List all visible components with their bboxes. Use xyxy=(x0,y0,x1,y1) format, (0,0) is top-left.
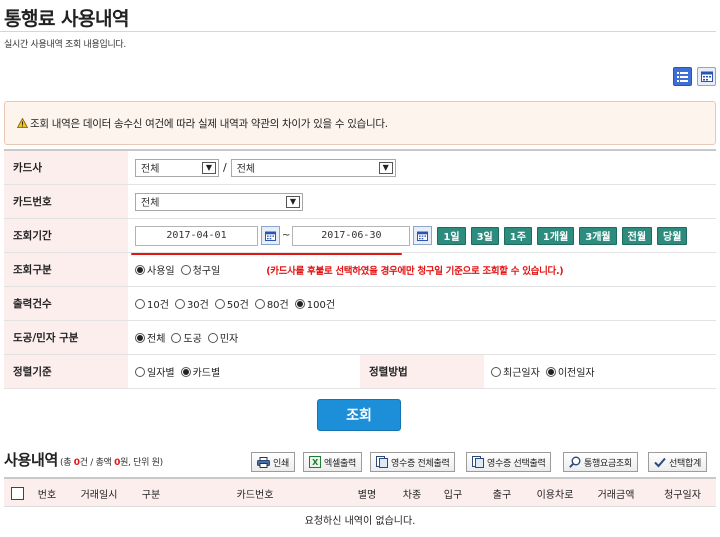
card-product-select[interactable]: 전체 ▼ xyxy=(230,158,396,177)
receipt-icon xyxy=(472,456,484,468)
output-count-80-radio[interactable]: 80건 xyxy=(254,296,289,311)
sort-basis-card-radio[interactable]: 카드별 xyxy=(180,364,220,379)
row-card-company: 카드사 전체 ▼ / 전체 ▼ xyxy=(4,151,716,185)
receipt-icon xyxy=(376,456,388,468)
period-3day-button[interactable]: 3일 xyxy=(470,226,499,245)
period-this-month-button[interactable]: 당월 xyxy=(657,226,688,245)
search-type-use-date-radio[interactable]: 사용일 xyxy=(135,262,175,277)
calendar-icon xyxy=(417,231,429,241)
output-count-30-radio[interactable]: 30건 xyxy=(174,296,209,311)
search-type-note: (카드사를 후불로 선택하였을 경우에만 청구일 기준으로 조회할 수 있습니다… xyxy=(266,265,564,277)
calendar-icon xyxy=(700,71,713,82)
road-type-private-radio[interactable]: 민자 xyxy=(207,330,238,345)
page-title: 통행료 사용내역 xyxy=(4,8,129,30)
calendar-icon xyxy=(265,231,276,241)
results-summary: (총 0건 / 총액 0원, 단위 원) xyxy=(60,458,163,468)
period-1week-button[interactable]: 1주 xyxy=(503,226,532,245)
sort-basis-label: 정렬기준 xyxy=(4,355,128,388)
col-entrance: 입구 xyxy=(443,489,463,501)
row-output-count: 출력건수 10건 30건 50건 80건 100건 xyxy=(4,287,716,321)
title-divider xyxy=(0,31,716,32)
col-billing-date: 청구일자 xyxy=(664,489,701,501)
list-view-button[interactable] xyxy=(673,67,692,86)
warning-icon xyxy=(17,118,28,128)
row-sort: 정렬기준 일자별 카드별 정렬방법 최근일자 이전일자 xyxy=(4,355,716,389)
chevron-down-icon: ▼ xyxy=(202,161,216,174)
printer-icon xyxy=(257,456,270,468)
card-number-label: 카드번호 xyxy=(4,185,128,218)
search-type-label: 조회구분 xyxy=(4,253,128,286)
search-form: 카드사 전체 ▼ / 전체 ▼ 카드번호 전체 ▼ 조회기간 2017-04-0… xyxy=(4,149,716,389)
period-1day-button[interactable]: 1일 xyxy=(437,226,466,245)
sort-order-recent-radio[interactable]: 최근일자 xyxy=(491,364,540,379)
select-sum-button[interactable]: 선택합계 xyxy=(648,452,707,472)
col-alias: 별명 xyxy=(357,489,377,501)
period-3month-button[interactable]: 3개월 xyxy=(579,226,617,245)
notice-box: 조회 내역은 데이터 송수신 여건에 따라 실제 내역과 약관의 차이가 있을 … xyxy=(4,101,716,145)
chevron-down-icon: ▼ xyxy=(378,161,393,174)
chevron-down-icon: ▼ xyxy=(286,195,300,208)
card-company-label: 카드사 xyxy=(4,151,128,184)
card-number-select[interactable]: 전체 ▼ xyxy=(135,192,303,211)
print-button[interactable]: 인쇄 xyxy=(251,452,295,472)
output-count-10-radio[interactable]: 10건 xyxy=(135,296,169,311)
period-label: 조회기간 xyxy=(4,219,128,252)
row-search-type: 조회구분 사용일 청구일 (카드사를 후불로 선택하였을 경우에만 청구일 기준… xyxy=(4,253,716,287)
start-date-calendar-button[interactable] xyxy=(261,226,280,245)
row-period: 조회기간 2017-04-01 ~ 2017-06-30 1일 3일 1주 1개… xyxy=(4,219,716,253)
end-date-calendar-button[interactable] xyxy=(413,226,433,245)
end-date-input[interactable]: 2017-06-30 xyxy=(292,225,411,246)
period-last-month-button[interactable]: 전월 xyxy=(621,226,653,245)
select-all-checkbox-cell xyxy=(7,479,27,507)
sort-order-oldest-radio[interactable]: 이전일자 xyxy=(545,364,595,379)
receipt-print-selected-button[interactable]: 영수증 선택출력 xyxy=(466,452,552,472)
list-icon xyxy=(677,71,688,82)
sort-basis-date-radio[interactable]: 일자별 xyxy=(135,364,175,379)
row-road-type: 도공/민자 구분 전체 도공 민자 xyxy=(4,321,716,355)
road-type-public-radio[interactable]: 도공 xyxy=(171,330,202,345)
col-lane: 이용차로 xyxy=(536,489,574,501)
col-card-number: 카드번호 xyxy=(236,489,274,501)
excel-icon: X xyxy=(309,456,321,468)
road-type-label: 도공/민자 구분 xyxy=(4,321,128,354)
search-button[interactable]: 조회 xyxy=(317,399,401,431)
col-vehicle-class: 차종 xyxy=(402,489,422,501)
excel-export-button[interactable]: X 엑셀출력 xyxy=(303,452,362,472)
road-type-all-radio[interactable]: 전체 xyxy=(135,330,165,345)
search-type-billing-date-radio[interactable]: 청구일 xyxy=(180,262,220,277)
output-count-50-radio[interactable]: 50건 xyxy=(214,296,249,311)
toll-lookup-button[interactable]: 통행요금조회 xyxy=(563,452,638,472)
period-highlight-underline xyxy=(131,253,402,255)
start-date-input[interactable]: 2017-04-01 xyxy=(135,225,258,246)
col-transaction-time: 거래일시 xyxy=(80,489,118,501)
receipt-print-all-button[interactable]: 영수증 전체출력 xyxy=(370,452,456,472)
results-table-header: 번호 거래일시 구분 카드번호 별명 차종 입구 출구 이용차로 거래금액 청구… xyxy=(4,477,716,507)
page-subtitle: 실시간 사용내역 조회 내용입니다. xyxy=(4,40,126,50)
notice-text: 조회 내역은 데이터 송수신 여건에 따라 실제 내역과 약관의 차이가 있을 … xyxy=(30,117,388,130)
sort-order-label: 정렬방법 xyxy=(360,355,484,388)
col-type: 구분 xyxy=(141,489,161,501)
period-1month-button[interactable]: 1개월 xyxy=(536,226,575,245)
col-exit: 출구 xyxy=(492,489,512,501)
empty-results-message: 요청하신 내역이 없습니다. xyxy=(304,516,416,527)
col-number: 번호 xyxy=(37,489,57,501)
output-count-label: 출력건수 xyxy=(4,287,128,320)
output-count-100-radio[interactable]: 100건 xyxy=(294,296,335,311)
search-icon xyxy=(569,456,581,468)
row-card-number: 카드번호 전체 ▼ xyxy=(4,185,716,219)
col-amount: 거래금액 xyxy=(597,489,635,501)
calendar-view-button[interactable] xyxy=(697,67,716,86)
results-title: 사용내역 xyxy=(4,451,59,469)
check-icon xyxy=(654,457,666,468)
card-company-select[interactable]: 전체 ▼ xyxy=(135,158,219,177)
select-all-checkbox[interactable] xyxy=(10,486,24,500)
